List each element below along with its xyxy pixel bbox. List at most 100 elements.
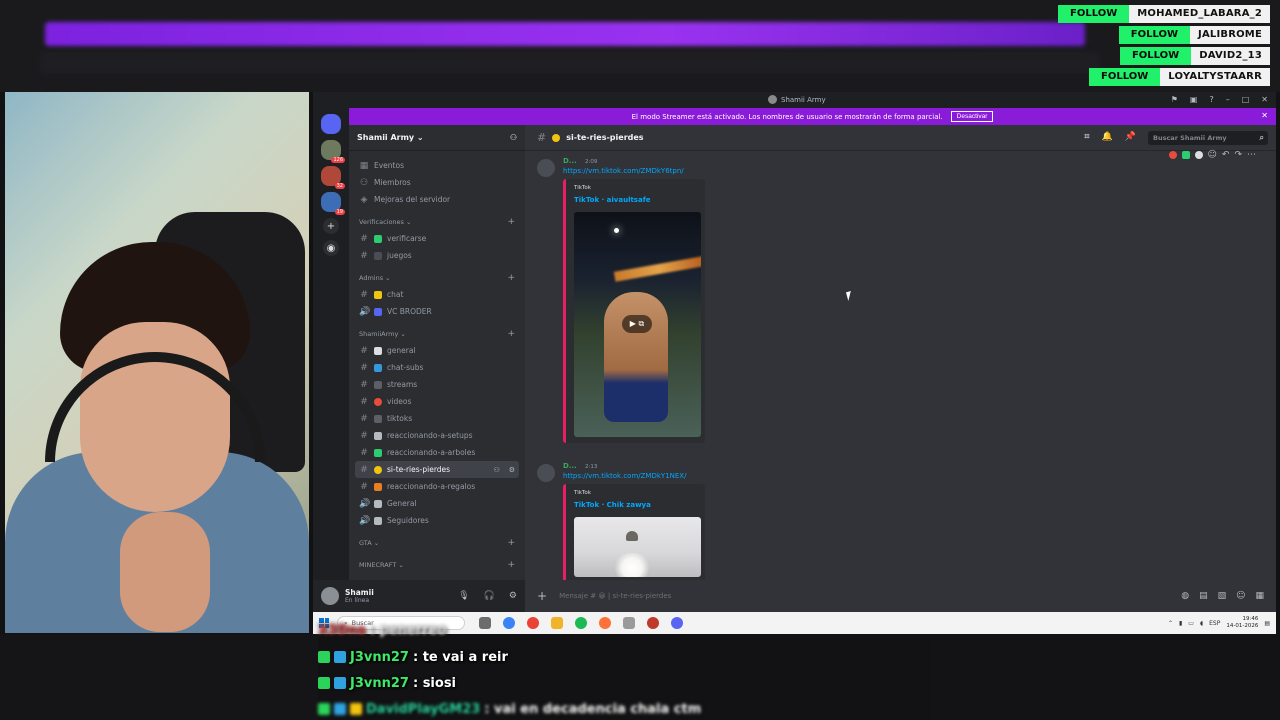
channel-reaccionando-a-arboles[interactable]: # reaccionando-a-arboles — [355, 444, 519, 461]
sticker-icon[interactable]: ▧ — [1218, 591, 1227, 601]
channel-chat-subs[interactable]: # chat-subs — [355, 359, 519, 376]
attach-plus-icon[interactable]: + — [537, 589, 547, 603]
microphone-icon[interactable]: 🎙 — [458, 591, 469, 601]
add-channel-icon[interactable]: + — [507, 273, 515, 283]
search-input[interactable]: Buscar Shamii Army ⌕ — [1148, 131, 1268, 145]
explore-icon[interactable]: ◉ — [323, 240, 339, 256]
gif-icon[interactable]: ▤ — [1199, 591, 1208, 601]
clock[interactable]: 19:46 14-01-2026 — [1226, 616, 1258, 630]
embed-title[interactable]: TikTok · aivaultsafe — [574, 196, 697, 204]
channel-reaccionando-a-setups[interactable]: # reaccionando-a-setups — [355, 427, 519, 444]
add-channel-icon[interactable]: + — [507, 329, 515, 339]
channel-chat[interactable]: # chat — [355, 286, 519, 303]
sidebar-item-boosts[interactable]: ◈ Mejoras del servidor — [355, 191, 519, 208]
message-link[interactable]: https://vm.tiktok.com/ZMDkY1NEX/ — [563, 472, 686, 480]
minimize-icon[interactable]: – — [1226, 95, 1230, 104]
channel-streams[interactable]: # streams — [355, 376, 519, 393]
mic-tray-icon[interactable]: ▮ — [1179, 620, 1182, 627]
server-folder-icon[interactable]: 19 — [321, 192, 345, 215]
category-minecraft[interactable]: MINECRAFT ⌄ + — [355, 557, 519, 573]
check-emoji-icon — [374, 234, 382, 243]
link-embed: TikTok TikTok · Chik zawya — [563, 484, 705, 580]
voice-channel-icon: 🔊 — [359, 498, 371, 509]
channel-juegos[interactable]: # juegos — [355, 247, 519, 264]
server-header[interactable]: Shamii Army ⌄ ⚇ — [349, 125, 525, 151]
avatar[interactable] — [321, 587, 339, 605]
invite-icon[interactable]: ⚇ — [510, 133, 517, 142]
channel-voice-seguidores[interactable]: 🔊 Seguidores — [355, 512, 519, 529]
category-admins[interactable]: Admins ⌄ + — [355, 270, 519, 286]
category-shamiiarmy[interactable]: ShamiiArmy ⌄ + — [355, 326, 519, 342]
notifications-icon[interactable]: ▤ — [1264, 620, 1270, 627]
shore-lights — [613, 256, 701, 282]
add-channel-icon[interactable]: + — [507, 538, 515, 548]
avatar[interactable] — [537, 464, 555, 482]
help-icon[interactable]: ? — [1209, 95, 1213, 104]
embed-video-thumbnail[interactable]: ▶ ⧉ — [574, 212, 701, 437]
avatar[interactable] — [537, 159, 555, 177]
notification-bell-icon[interactable]: 🔔 — [1101, 132, 1112, 142]
follow-tag: FOLLOW — [1119, 47, 1192, 65]
sidebar-item-events[interactable]: ▦ Eventos — [355, 157, 519, 174]
channel-vc-broder[interactable]: 🔊 VC BRODER — [355, 303, 519, 320]
sidebar-item-members[interactable]: ⚇ Miembros — [355, 174, 519, 191]
channel-si-te-ries-pierdes[interactable]: # si-te-ries-pierdes ⚇ ⚙ — [355, 461, 519, 478]
channel-settings-gear-icon[interactable]: ⚙ — [509, 466, 519, 474]
server-icon[interactable]: 32 — [321, 166, 345, 189]
gift-icon[interactable]: ◍ — [1181, 591, 1189, 601]
apps-icon[interactable]: ▦ — [1255, 591, 1264, 601]
category-verificaciones[interactable]: Verificaciones ⌄ + — [355, 214, 519, 230]
user-info[interactable]: Shamii En línea — [345, 588, 444, 604]
chevron-up-icon[interactable]: ⌃ — [1168, 620, 1173, 627]
direct-messages-icon[interactable] — [321, 114, 341, 134]
network-icon[interactable]: ▭ — [1188, 620, 1194, 627]
embed-title[interactable]: TikTok · Chik zawya — [574, 501, 697, 509]
bottom-right-blur — [930, 640, 1280, 720]
emoji-icon[interactable]: ☺ — [1236, 591, 1245, 601]
disable-streamer-button[interactable]: Desactivar — [950, 111, 994, 122]
close-banner-icon[interactable]: ✕ — [1261, 111, 1268, 120]
link-embed: TikTok TikTok · aivaultsafe ▶ ⧉ — [563, 179, 705, 443]
follow-alert: FOLLOW DAVID2_13 — [1119, 47, 1270, 65]
controller-emoji-icon — [374, 251, 382, 260]
category-label: Verificaciones ⌄ — [359, 218, 412, 226]
server-icon[interactable]: 126 — [321, 140, 345, 163]
add-channel-icon[interactable]: + — [507, 560, 515, 570]
category-gta[interactable]: GTA ⌄ + — [355, 535, 519, 551]
channel-reaccionando-a-regalos[interactable]: # reaccionando-a-regalos — [355, 478, 519, 495]
channel-voice-general[interactable]: 🔊 General — [355, 495, 519, 512]
language-indicator[interactable]: ESP — [1209, 620, 1220, 627]
message-timestamp: 2:13 — [585, 464, 598, 470]
add-channel-icon[interactable]: + — [507, 217, 515, 227]
chat-username: X3Dna — [318, 622, 366, 638]
close-window-icon[interactable]: ✕ — [1261, 95, 1268, 104]
headphones-icon[interactable]: 🎧 — [484, 591, 495, 601]
message-author[interactable]: D... — [563, 462, 577, 470]
hash-icon: # — [537, 131, 547, 144]
message-author[interactable]: D... — [563, 157, 577, 165]
follow-tag: FOLLOW — [1058, 5, 1130, 23]
channel-verificarse[interactable]: # verificarse — [355, 230, 519, 247]
channel-tiktoks[interactable]: # tiktoks — [355, 410, 519, 427]
message-input[interactable]: Mensaje # 😀 | si-te-ries-pierdes — [559, 592, 1181, 600]
channel-videos[interactable]: # videos — [355, 393, 519, 410]
channel-general[interactable]: # general — [355, 342, 519, 359]
maximize-icon[interactable]: □ — [1242, 95, 1250, 104]
play-icon[interactable]: ▶ ⧉ — [622, 315, 652, 333]
volume-icon[interactable]: ◖ — [1200, 620, 1203, 627]
threads-icon[interactable]: ⌗ — [1084, 132, 1089, 142]
screen-icon[interactable]: ▣ — [1190, 95, 1198, 104]
inbox-icon[interactable]: ⚑ — [1171, 95, 1178, 104]
message-timestamp: 2:09 — [585, 159, 598, 165]
embed-video-thumbnail[interactable] — [574, 517, 701, 577]
text-channel-icon: # — [360, 447, 368, 458]
stream-chat-overlay: X3Dna : penerreo J3vnn27 : te vai a reir… — [318, 620, 918, 720]
pin-icon[interactable]: 📌 — [1125, 132, 1136, 142]
sidebar-item-label: Miembros — [374, 178, 411, 187]
user-settings-gear-icon[interactable]: ⚙ — [509, 591, 517, 601]
follower-name: DAVID2_13 — [1191, 47, 1270, 65]
server-rail: 126 32 19 + ◉ — [313, 108, 349, 612]
message-link[interactable]: https://vm.tiktok.com/ZMDkY6tpn/ — [563, 167, 684, 175]
add-server-icon[interactable]: + — [323, 218, 339, 234]
invite-user-icon[interactable]: ⚇ — [493, 466, 503, 474]
